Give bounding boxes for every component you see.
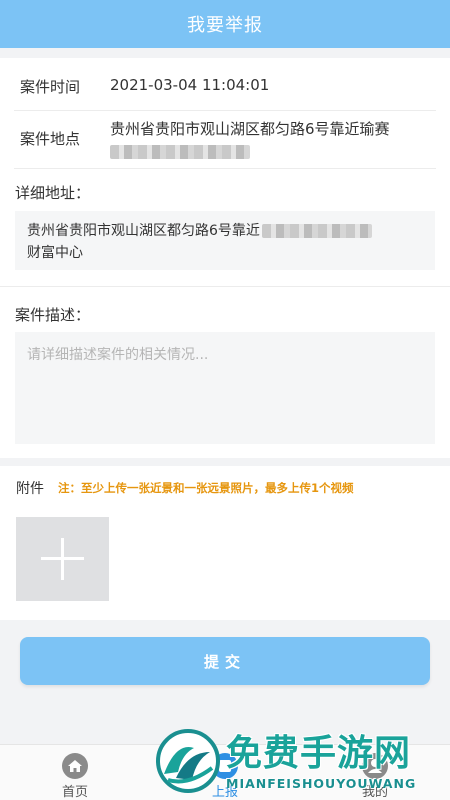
watermark-subtitle: MIANFEISHOUYOUWANG [226,776,417,791]
detail-address-field[interactable]: 贵州省贵阳市观山湖区都匀路6号靠近 财富中心 [15,211,435,270]
description-textarea[interactable]: 请详细描述案件的相关情况... [15,332,435,444]
detail-address-line2: 财富中心 [27,245,83,261]
page-title: 我要举报 [187,15,263,36]
submit-label: 提交 [203,652,246,671]
case-time-value[interactable]: 2021-03-04 11:04:01 [110,76,269,94]
divider [0,286,450,287]
watermark: 免费手游网 MIANFEISHOUYOUWANG [152,722,450,800]
watermark-title: 免费手游网 [226,733,412,774]
attachments-label: 附件 [16,481,44,497]
submit-button[interactable]: 提交 [20,637,430,685]
attachments-note: 注：至少上传一张近景和一张远景照片，最多上传1个视频 [58,481,354,495]
detail-address-label: 详细地址： [15,184,91,202]
case-location-label: 案件地点 [20,130,81,148]
redacted-text [110,144,250,159]
description-label: 案件描述： [15,306,91,324]
app-header: 我要举报 [0,0,450,48]
home-icon [62,753,88,779]
divider [14,110,436,111]
detail-address-line1: 贵州省贵阳市观山湖区都匀路6号靠近 [27,223,260,239]
tab-home-label: 首页 [61,785,88,800]
redacted-text [261,224,372,238]
watermark-logo-icon [156,729,220,793]
case-location-field[interactable]: 贵州省贵阳市观山湖区都匀路6号靠近瑜赛 [110,118,440,162]
tab-home[interactable]: 首页 [30,745,120,800]
case-location-value: 贵州省贵阳市观山湖区都匀路6号靠近瑜赛 [110,120,390,138]
add-attachment-button[interactable] [16,517,109,601]
description-placeholder: 请详细描述案件的相关情况... [27,347,209,363]
case-time-label: 案件时间 [20,78,81,96]
divider [14,168,436,169]
